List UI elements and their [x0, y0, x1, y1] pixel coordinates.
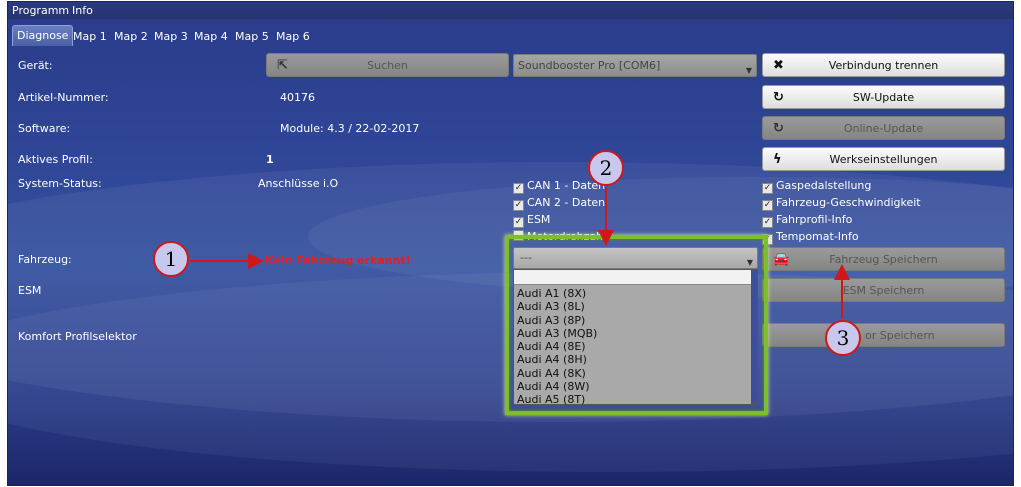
annotation-marker-3: 3 [825, 320, 861, 356]
annotation-marker-1: 1 [153, 241, 189, 277]
annotation-marker-2: 2 [588, 150, 624, 186]
annotation-arrows [190, 187, 850, 318]
app-window: Programm Info Diagnose Map 1 Map 2 Map 3… [8, 2, 1013, 485]
